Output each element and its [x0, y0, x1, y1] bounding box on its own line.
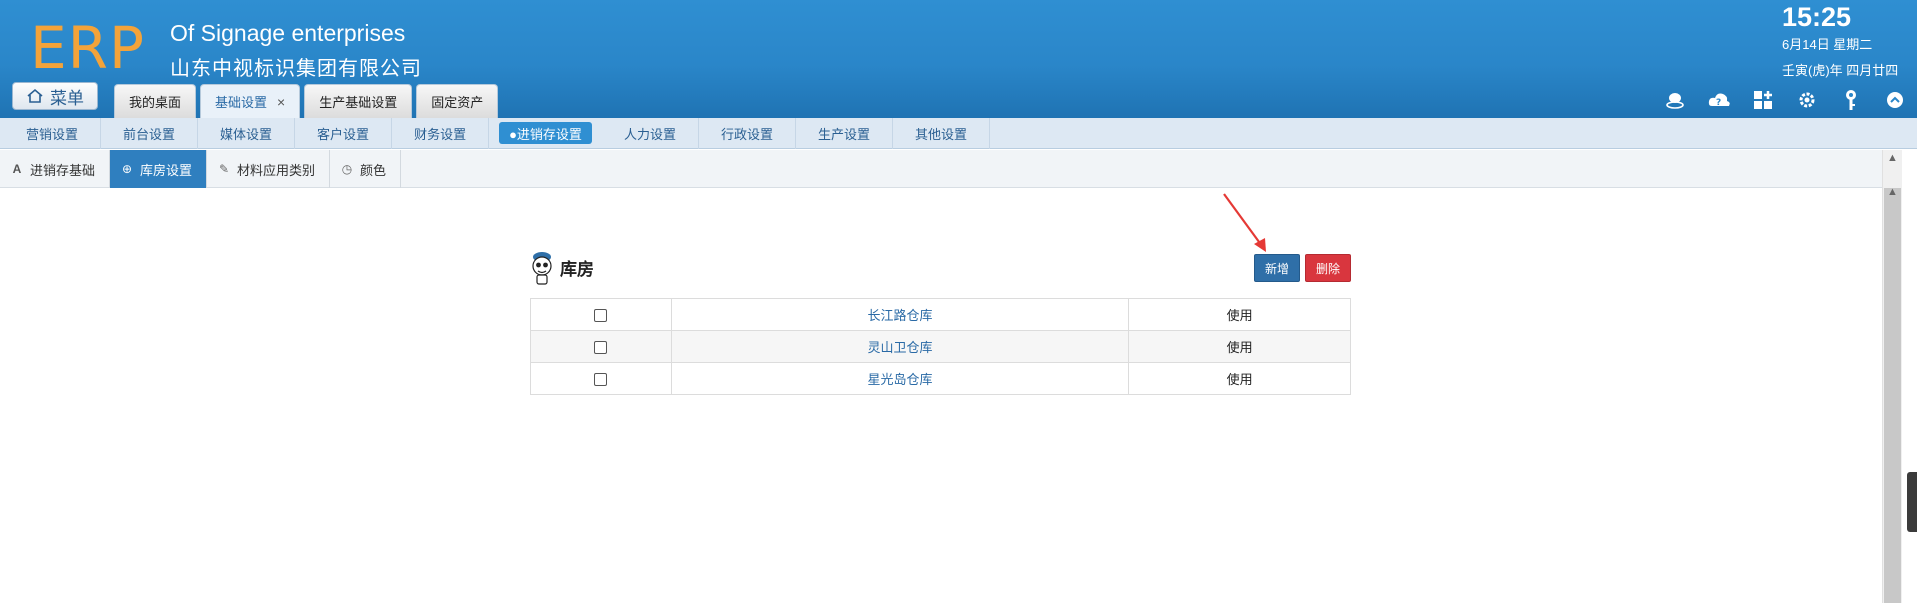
tab-label: 我的桌面 [129, 95, 182, 110]
pencil-icon: ✎ [219, 162, 230, 176]
scroll-up-arrow-icon[interactable]: ▲ [1887, 186, 1898, 198]
tab-label: 生产基础设置 [319, 95, 398, 110]
cloud-help-icon[interactable]: ? [1707, 88, 1731, 112]
module-front-desk-settings[interactable]: 前台设置 [101, 117, 199, 149]
close-icon[interactable]: × [277, 94, 285, 110]
company-name-cn: 山东中视标识集团有限公司 [170, 58, 422, 80]
clock-time: 15:25 [1782, 2, 1852, 32]
module-inventory-settings[interactable]: ●进销存设置 [499, 122, 592, 144]
row-checkbox[interactable] [594, 309, 608, 323]
font-a-icon: A [12, 162, 22, 176]
lunar-date-text: 壬寅(虎)年 四月廿四 [1782, 63, 1899, 78]
tab-label: 固定资产 [431, 95, 484, 110]
sub-material-category[interactable]: ✎ 材料应用类别 [207, 150, 331, 188]
tab-fixed-assets[interactable]: 固定资产 [416, 84, 499, 118]
clock-icon: ◷ [341, 162, 353, 176]
row-checkbox[interactable] [594, 341, 608, 355]
status-cell: 使用 [1128, 362, 1351, 395]
sub-warehouse-settings[interactable]: ⊕ 库房设置 [110, 150, 208, 188]
app-header: ERP Of Signage enterprises 山东中视标识集团有限公司 … [0, 0, 1917, 118]
row-checkbox[interactable] [594, 373, 608, 387]
module-finance-settings[interactable]: 财务设置 [392, 117, 490, 149]
warehouse-table: 长江路仓库 使用 灵山卫仓库 使用 星光岛仓库 使用 [530, 298, 1351, 395]
mascot-icon [532, 252, 552, 285]
date-text: 6月14日 星期二 [1782, 37, 1873, 52]
sub-label: 库房设置 [140, 162, 193, 178]
menu-label: 菜单 [50, 88, 84, 108]
side-panel-handle[interactable] [1907, 472, 1917, 532]
add-widget-icon[interactable] [1751, 88, 1775, 112]
checkbox-cell [530, 298, 672, 331]
sub-label: 颜色 [360, 162, 387, 178]
scroll-up-arrow-icon[interactable]: ▲ [1887, 152, 1898, 164]
tab-basic-settings[interactable]: 基础设置 × [200, 84, 301, 118]
scroll-thumb[interactable] [1884, 188, 1901, 603]
panel-title: 库房 [560, 259, 594, 279]
warehouse-name-link[interactable]: 灵山卫仓库 [670, 330, 1130, 363]
user-icon[interactable] [1663, 88, 1687, 112]
system-toolbar: ? [1663, 88, 1907, 112]
gear-icon[interactable] [1795, 88, 1819, 112]
table-row[interactable]: 星光岛仓库 使用 [530, 362, 1351, 395]
erp-logo: ERP [30, 14, 145, 82]
menu-button[interactable]: 菜单 [12, 82, 98, 110]
module-hr-settings[interactable]: 人力设置 [602, 117, 699, 149]
company-name-en: Of Signage enterprises [170, 20, 406, 46]
sub-label: 进销存基础 [30, 162, 96, 178]
delete-warehouse-button[interactable]: 删除 [1305, 254, 1351, 282]
key-icon[interactable] [1839, 88, 1863, 112]
svg-text:?: ? [1716, 98, 1721, 108]
top-tab-bar: 我的桌面 基础设置 × 生产基础设置 固定资产 [114, 84, 499, 118]
home-icon [27, 88, 43, 103]
tab-my-desktop[interactable]: 我的桌面 [114, 84, 197, 118]
module-nav: 营销设置 前台设置 媒体设置 客户设置 财务设置 ●进销存设置 人力设置 行政设… [0, 117, 1917, 149]
tab-label: 基础设置 [215, 95, 268, 110]
sub-inventory-basics[interactable]: A 进销存基础 [0, 150, 111, 188]
panel-header: 库房 [530, 248, 594, 286]
module-other-settings[interactable]: 其他设置 [893, 117, 990, 149]
warehouse-icon: ⊕ [121, 162, 133, 176]
module-customer-settings[interactable]: 客户设置 [295, 117, 393, 149]
module-marketing-settings[interactable]: 营销设置 [4, 117, 102, 149]
checkbox-cell [530, 362, 672, 395]
add-warehouse-button[interactable]: 新增 [1254, 254, 1300, 282]
status-cell: 使用 [1128, 330, 1351, 363]
sub-nav: A 进销存基础 ⊕ 库房设置 ✎ 材料应用类别 ◷ 颜色 [0, 150, 1882, 188]
module-production-settings[interactable]: 生产设置 [796, 117, 893, 149]
table-row[interactable]: 灵山卫仓库 使用 [530, 330, 1351, 363]
tab-production-basic-settings[interactable]: 生产基础设置 [304, 84, 413, 118]
red-annotation-arrow [1223, 193, 1266, 252]
sub-label: 材料应用类别 [237, 162, 316, 178]
warehouse-name-link[interactable]: 星光岛仓库 [670, 362, 1130, 395]
table-row[interactable]: 长江路仓库 使用 [530, 298, 1351, 331]
sub-color[interactable]: ◷ 颜色 [330, 150, 402, 188]
vertical-scrollbar[interactable]: ▲ ▲ [1882, 150, 1902, 603]
status-cell: 使用 [1128, 298, 1351, 331]
module-media-settings[interactable]: 媒体设置 [198, 117, 296, 149]
collapse-icon[interactable] [1883, 88, 1907, 112]
checkbox-cell [530, 330, 672, 363]
module-admin-settings[interactable]: 行政设置 [699, 117, 796, 149]
warehouse-name-link[interactable]: 长江路仓库 [670, 298, 1130, 331]
